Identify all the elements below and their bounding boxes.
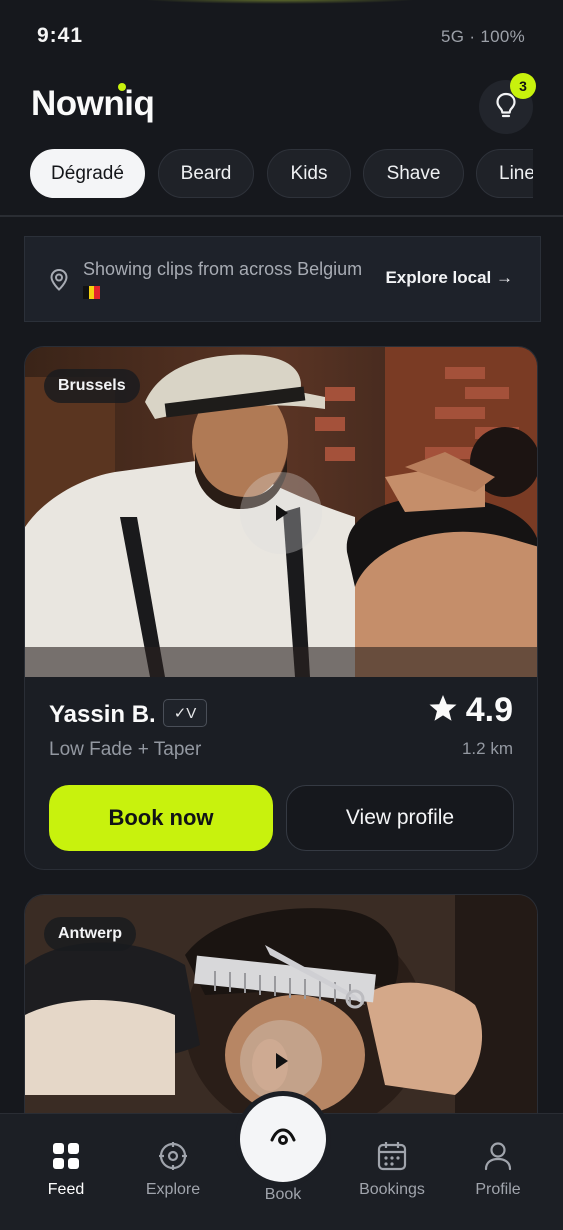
city-tag: Brussels: [44, 369, 140, 403]
banner-text: Showing clips from across Belgium: [83, 259, 363, 279]
nav-label: Feed: [47, 1181, 85, 1198]
service-name: Low Fade + Taper: [49, 739, 202, 760]
distance: 1.2 km: [461, 739, 513, 758]
grid-icon: [50, 1140, 82, 1172]
nav-book-label: Book: [264, 1186, 302, 1203]
status-time: 9:41: [37, 24, 84, 47]
notification-badge: 3: [510, 73, 536, 99]
app-logo: Nowniq: [31, 84, 155, 123]
nav-feed[interactable]: Feed: [21, 1114, 111, 1230]
video-thumbnail[interactable]: Brussels: [25, 347, 537, 677]
chip-line[interactable]: Line: [476, 149, 533, 198]
nav-label: Explore: [145, 1181, 201, 1198]
verified-badge: ✓V: [163, 699, 207, 727]
status-network: 5G · 100%: [441, 27, 525, 46]
chip-shave[interactable]: Shave: [363, 149, 464, 198]
city-tag: Antwerp: [44, 917, 136, 951]
user-icon: [482, 1140, 514, 1172]
nav-bookings[interactable]: Bookings: [347, 1114, 437, 1230]
app-screen: 9:41 5G · 100% Nowniq 3 Dégradé Beard Ki…: [0, 0, 563, 1230]
nav-label: Bookings: [359, 1181, 425, 1198]
rating-value: 4.9: [465, 691, 513, 729]
rating: 4.9: [428, 691, 513, 730]
view-profile-button[interactable]: View profile: [286, 785, 514, 851]
logo-dot: [118, 83, 126, 91]
location-banner: Showing clips from across Belgium Explor…: [24, 236, 541, 322]
star-icon: [428, 694, 458, 727]
eye-icon: [270, 1126, 296, 1153]
chip-degrade[interactable]: Dégradé: [30, 149, 145, 198]
play-button[interactable]: [240, 472, 322, 554]
chip-beard[interactable]: Beard: [158, 149, 254, 198]
nav-label: Profile: [475, 1181, 521, 1198]
app-header: Nowniq 3: [0, 72, 563, 142]
play-icon: [272, 503, 290, 523]
category-chips: Dégradé Beard Kids Shave Line: [0, 148, 533, 200]
compass-icon: [157, 1140, 189, 1172]
play-button[interactable]: [240, 1020, 322, 1102]
calendar-icon: [376, 1140, 408, 1172]
explore-local-link[interactable]: Explore local →: [385, 268, 513, 288]
chip-kids[interactable]: Kids: [267, 149, 351, 198]
nav-profile[interactable]: Profile: [453, 1114, 543, 1230]
play-icon: [272, 1051, 290, 1071]
feed-card: Brussels Yassin B. ✓V Low Fade + Taper 4…: [24, 346, 538, 870]
header-divider: [0, 215, 563, 217]
status-bar: 9:41 5G · 100%: [0, 0, 563, 72]
book-now-button[interactable]: Book now: [49, 785, 273, 851]
barber-name[interactable]: Yassin B.: [49, 701, 156, 729]
location-pin-icon: [49, 268, 69, 297]
nav-book-button[interactable]: [240, 1096, 326, 1182]
belgium-flag-icon: [83, 286, 101, 299]
bulb-icon: [495, 92, 517, 123]
nav-explore[interactable]: Explore: [128, 1114, 218, 1230]
